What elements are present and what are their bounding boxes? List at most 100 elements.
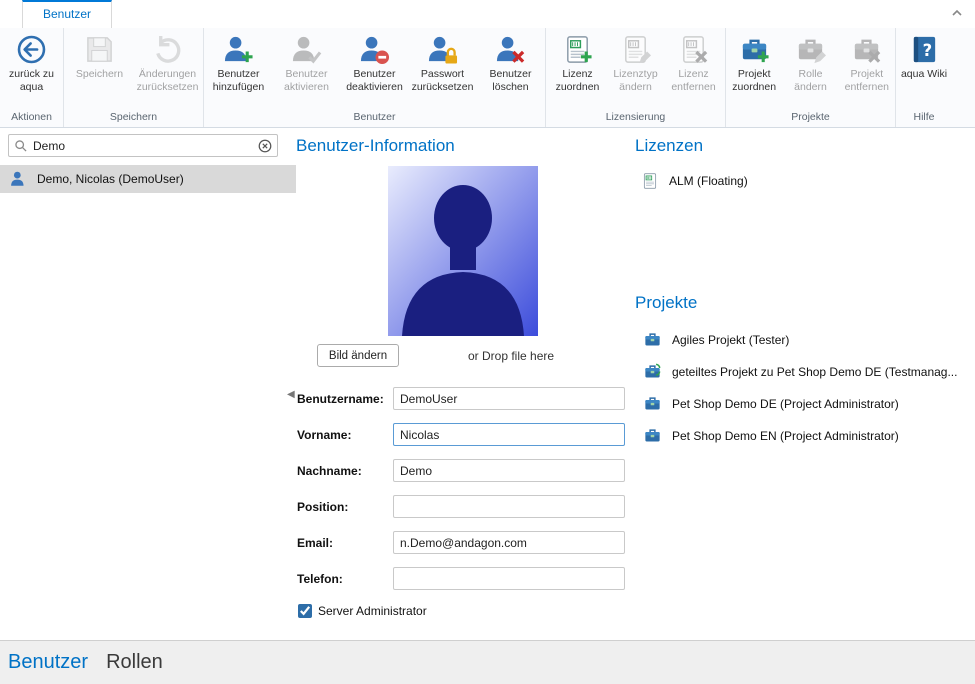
project-label: Agiles Projekt (Tester) <box>672 333 789 347</box>
chevron-up-icon[interactable] <box>949 5 965 21</box>
form-row-email: Email: <box>297 531 627 554</box>
field-label: Email: <box>297 536 393 550</box>
project-list-item[interactable]: Pet Shop Demo EN (Project Administrator) <box>643 426 899 445</box>
project-assign-icon <box>739 34 770 65</box>
ribbon-group-label: Speichern <box>64 110 203 127</box>
user-deactivate-icon <box>359 34 390 65</box>
undo-icon <box>152 34 183 65</box>
email-field[interactable] <box>393 531 625 554</box>
clear-icon[interactable] <box>258 139 272 153</box>
ribbon: zurück zu aqua Aktionen Speichern <box>0 28 975 128</box>
footer-tab-rollen[interactable]: Rollen <box>106 651 163 674</box>
assign-license-button[interactable]: Lizenz zuordnen <box>549 28 607 110</box>
save-icon <box>84 34 115 65</box>
project-icon <box>643 394 662 413</box>
nachname-field[interactable] <box>393 459 625 482</box>
project-icon <box>643 426 662 445</box>
server-admin-row: Server Administrator <box>298 604 427 618</box>
avatar-image[interactable] <box>388 166 538 336</box>
user-add-icon <box>223 34 254 65</box>
ribbon-group-aktionen: zurück zu aqua Aktionen <box>0 28 64 127</box>
aqua-user-management-window: Benutzer zurück zu aqua Aktionen <box>0 0 975 684</box>
user-activate-icon <box>291 34 322 65</box>
search-icon <box>14 139 28 153</box>
user-icon <box>10 170 28 188</box>
change-image-button[interactable]: Bild ändern <box>317 344 399 367</box>
wiki-icon: ? <box>909 34 940 65</box>
ribbon-group-label: Lizensierung <box>546 110 725 127</box>
change-license-type-button[interactable]: Lizenztyp ändern <box>607 28 665 110</box>
ribbon-group-speichern: Speichern Änderungen zurücksetzen Speich… <box>64 28 204 127</box>
field-label: Telefon: <box>297 572 393 586</box>
project-list-item[interactable]: geteiltes Projekt zu Pet Shop Demo DE (T… <box>643 362 957 381</box>
ribbon-group-hilfe: ? aqua Wiki Hilfe <box>896 28 952 127</box>
ribbon-group-label: Hilfe <box>896 110 952 127</box>
license-icon <box>641 172 659 190</box>
activate-user-button[interactable]: Benutzer aktivieren <box>273 28 341 110</box>
server-admin-label: Server Administrator <box>318 604 427 618</box>
user-delete-icon <box>495 34 526 65</box>
user-list-item[interactable]: Demo, Nicolas (DemoUser) <box>0 165 296 193</box>
project-label: Pet Shop Demo EN (Project Administrator) <box>672 429 899 443</box>
form-row-telefon: Telefon: <box>297 567 627 590</box>
assign-project-button[interactable]: Projekt zuordnen <box>726 28 782 110</box>
ribbon-group-projekte: Projekt zuordnen Rolle ändern Projekt en… <box>726 28 896 127</box>
add-user-button[interactable]: Benutzer hinzufügen <box>205 28 273 110</box>
ribbon-group-label: Aktionen <box>0 110 63 127</box>
ribbon-group-label: Benutzer <box>204 110 545 127</box>
vorname-field[interactable] <box>393 423 625 446</box>
server-admin-checkbox[interactable] <box>298 604 312 618</box>
form-row-benutzername: Benutzername: <box>297 387 627 410</box>
license-edit-icon <box>620 34 651 65</box>
licenses-title: Lizenzen <box>635 136 703 156</box>
project-label: geteiltes Projekt zu Pet Shop Demo DE (T… <box>672 365 957 379</box>
project-list-item[interactable]: Pet Shop Demo DE (Project Administrator) <box>643 394 899 413</box>
field-label: Position: <box>297 500 393 514</box>
user-list-item-label: Demo, Nicolas (DemoUser) <box>37 172 184 186</box>
license-assign-icon <box>562 34 593 65</box>
role-edit-icon <box>795 34 826 65</box>
shared-project-icon <box>643 362 662 381</box>
tab-benutzer[interactable]: Benutzer <box>22 0 112 28</box>
license-list-item[interactable]: ALM (Floating) <box>641 172 748 190</box>
position-field[interactable] <box>393 495 625 518</box>
license-label: ALM (Floating) <box>669 174 748 188</box>
projects-title: Projekte <box>635 293 697 313</box>
field-label: Benutzername: <box>297 392 393 406</box>
user-info-form: Benutzername: Vorname: Nachname: Positio… <box>297 387 627 603</box>
ribbon-group-benutzer: Benutzer hinzufügen Benutzer aktivieren <box>204 28 546 127</box>
project-label: Pet Shop Demo DE (Project Administrator) <box>672 397 899 411</box>
back-to-aqua-button[interactable]: zurück zu aqua <box>3 28 61 110</box>
ribbon-group-label: Projekte <box>726 110 895 127</box>
svg-text:?: ? <box>922 41 932 60</box>
reset-changes-button[interactable]: Änderungen zurücksetzen <box>134 28 202 110</box>
form-row-position: Position: <box>297 495 627 518</box>
search-input[interactable] <box>33 135 251 156</box>
project-list-item[interactable]: Agiles Projekt (Tester) <box>643 330 789 349</box>
password-reset-icon <box>427 34 458 65</box>
tab-strip: Benutzer <box>0 0 975 28</box>
remove-project-button[interactable]: Projekt entfernen <box>839 28 895 110</box>
back-icon <box>16 34 47 65</box>
deactivate-user-button[interactable]: Benutzer deaktivieren <box>341 28 409 110</box>
aqua-wiki-button[interactable]: ? aqua Wiki <box>896 28 952 110</box>
remove-license-button[interactable]: Lizenz entfernen <box>665 28 723 110</box>
benutzername-field[interactable] <box>393 387 625 410</box>
save-button[interactable]: Speichern <box>66 28 134 110</box>
ribbon-group-lizensierung: Lizenz zuordnen Lizenztyp ändern Lizenz … <box>546 28 726 127</box>
telefon-field[interactable] <box>393 567 625 590</box>
footer-tab-bar: Benutzer Rollen <box>0 640 975 684</box>
reset-password-button[interactable]: Passwort zurücksetzen <box>409 28 477 110</box>
delete-user-button[interactable]: Benutzer löschen <box>477 28 545 110</box>
user-info-title: Benutzer-Information <box>296 136 455 156</box>
collapse-panel-icon[interactable]: ◀ <box>287 389 295 400</box>
user-search-box <box>8 134 278 157</box>
license-remove-icon <box>678 34 709 65</box>
footer-tab-benutzer[interactable]: Benutzer <box>8 651 88 674</box>
project-icon <box>643 330 662 349</box>
form-row-vorname: Vorname: <box>297 423 627 446</box>
field-label: Nachname: <box>297 464 393 478</box>
change-role-button[interactable]: Rolle ändern <box>782 28 838 110</box>
drop-file-hint: or Drop file here <box>468 349 554 363</box>
field-label: Vorname: <box>297 428 393 442</box>
